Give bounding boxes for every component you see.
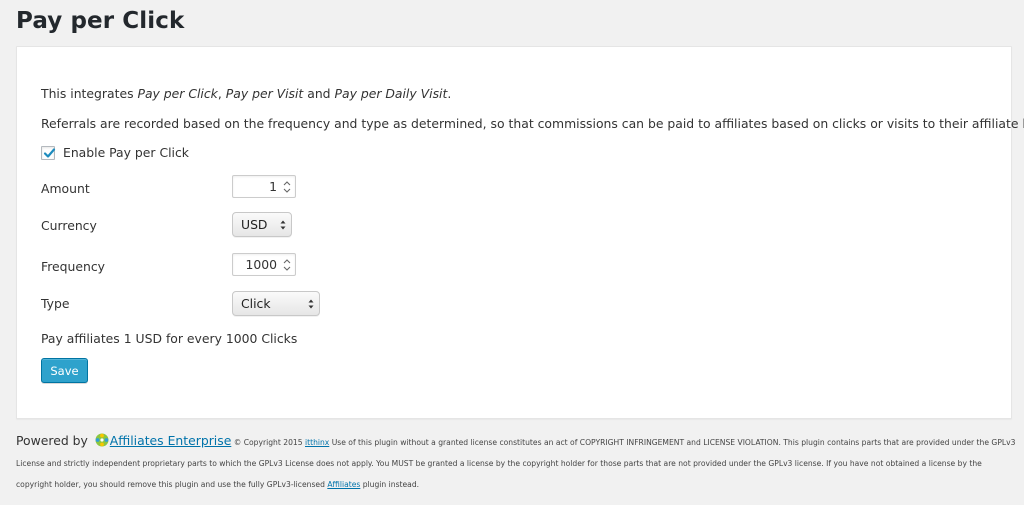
enable-pay-per-click-checkbox[interactable] bbox=[41, 145, 56, 160]
spinner-arrows-icon[interactable] bbox=[283, 180, 291, 194]
type-select[interactable]: Click bbox=[232, 291, 320, 316]
settings-panel: This integrates Pay per Click, Pay per V… bbox=[16, 46, 1024, 419]
spinner-arrows-icon[interactable] bbox=[283, 258, 291, 272]
select-arrows-icon bbox=[280, 220, 286, 230]
save-button[interactable]: Save bbox=[41, 358, 88, 383]
affiliates-plugin-link[interactable]: Affiliates bbox=[327, 480, 360, 489]
amount-input[interactable]: 1 bbox=[232, 175, 296, 198]
footer: Powered by Affiliates Enterprise © Copyr… bbox=[16, 430, 1020, 495]
intro-term-pay-per-daily-visit: Pay per Daily Visit bbox=[334, 86, 448, 101]
intro-paragraph: This integrates Pay per Click, Pay per V… bbox=[41, 86, 451, 101]
frequency-input[interactable]: 1000 bbox=[232, 253, 296, 276]
intro-term-pay-per-click: Pay per Click bbox=[137, 86, 218, 101]
currency-select[interactable]: USD bbox=[232, 212, 292, 237]
currency-selected-value: USD bbox=[241, 217, 268, 232]
currency-label: Currency bbox=[41, 218, 97, 233]
copyright-text: © Copyright 2015 bbox=[231, 438, 305, 447]
intro-separator: and bbox=[303, 86, 335, 101]
description-paragraph: Referrals are recorded based on the freq… bbox=[41, 116, 1024, 131]
intro-end: . bbox=[447, 86, 452, 101]
powered-by-text: Powered by bbox=[16, 433, 92, 448]
intro-term-pay-per-visit: Pay per Visit bbox=[225, 86, 304, 101]
affiliates-enterprise-link[interactable]: Affiliates Enterprise bbox=[110, 433, 232, 448]
frequency-value: 1000 bbox=[245, 257, 277, 272]
itthinx-link[interactable]: itthinx bbox=[305, 438, 329, 447]
checkmark-icon bbox=[43, 147, 56, 158]
payout-summary: Pay affiliates 1 USD for every 1000 Clic… bbox=[41, 331, 298, 346]
affiliates-logo-icon bbox=[95, 433, 109, 447]
type-label: Type bbox=[41, 296, 70, 311]
amount-value: 1 bbox=[269, 179, 277, 194]
enable-pay-per-click-row[interactable]: Enable Pay per Click bbox=[41, 145, 189, 160]
closing-text: plugin instead. bbox=[360, 480, 420, 489]
page-title: Pay per Click bbox=[16, 8, 185, 34]
intro-separator: , bbox=[217, 86, 226, 101]
select-arrows-icon bbox=[308, 299, 314, 309]
enable-pay-per-click-label: Enable Pay per Click bbox=[63, 145, 189, 160]
amount-label: Amount bbox=[41, 181, 90, 196]
intro-lead: This integrates bbox=[41, 86, 138, 101]
type-selected-value: Click bbox=[241, 296, 271, 311]
frequency-label: Frequency bbox=[41, 259, 106, 274]
